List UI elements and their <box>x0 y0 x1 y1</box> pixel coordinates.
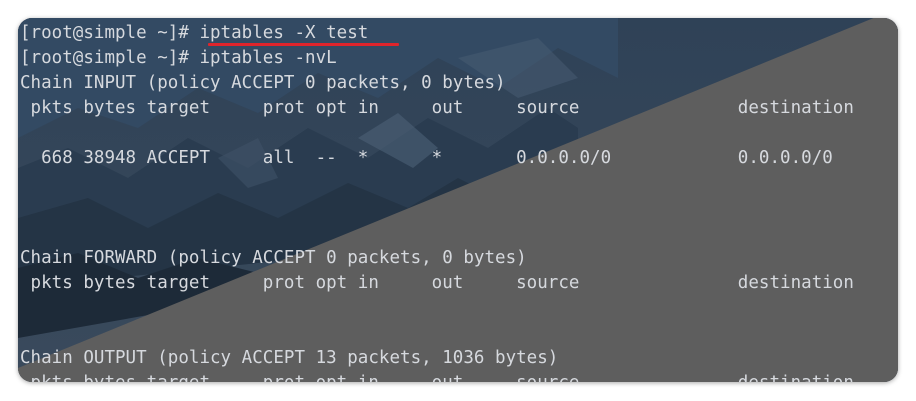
terminal-line: Chain FORWARD (policy ACCEPT 0 packets, … <box>20 248 527 268</box>
terminal-line: [root@simple ~]# iptables -X test <box>20 23 369 43</box>
terminal-line: 668 38948 ACCEPT all -- * * 0.0.0.0/0 0.… <box>20 148 833 168</box>
terminal-line: Chain OUTPUT (policy ACCEPT 13 packets, … <box>20 348 559 368</box>
terminal-line: Chain INPUT (policy ACCEPT 0 packets, 0 … <box>20 73 506 93</box>
terminal-line: pkts bytes target prot opt in out source… <box>20 273 854 293</box>
terminal-line: pkts bytes target prot opt in out source… <box>20 371 898 382</box>
command-highlight-underline <box>208 43 399 46</box>
terminal-line: pkts bytes target prot opt in out source… <box>20 98 854 118</box>
terminal-window[interactable]: [root@simple ~]# iptables -X test [root@… <box>18 18 898 382</box>
terminal-line: [root@simple ~]# iptables -nvL <box>20 48 337 68</box>
terminal-output[interactable]: [root@simple ~]# iptables -X test [root@… <box>20 21 898 382</box>
